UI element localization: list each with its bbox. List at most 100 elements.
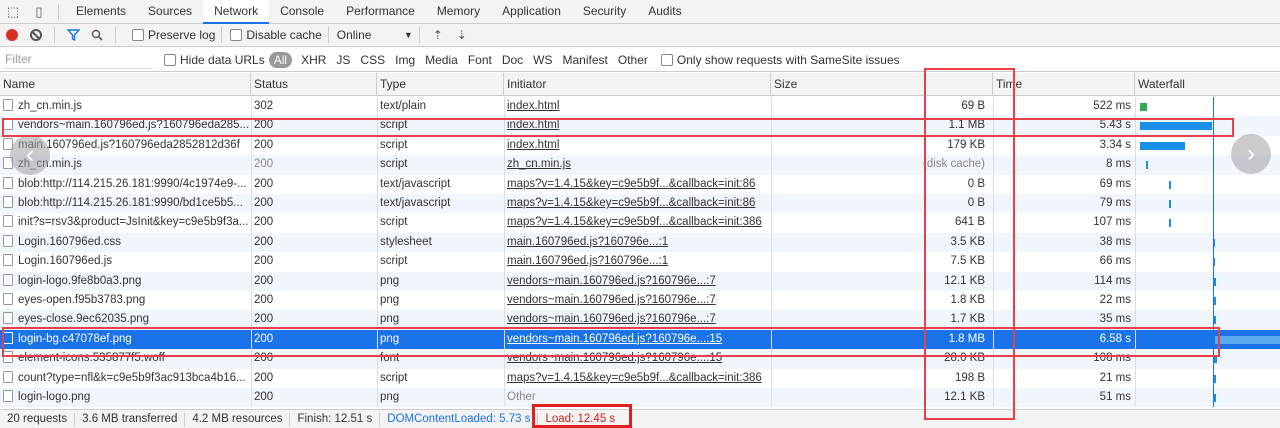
column-header-initiator[interactable]: Initiator [504, 73, 771, 96]
table-row[interactable]: main.160796ed.js?160796eda2852812d36f 200… [0, 136, 1280, 155]
next-image-button[interactable]: › [1231, 134, 1271, 174]
export-har-icon[interactable]: ⇣ [450, 28, 474, 42]
cell-initiator[interactable]: maps?v=1.4.15&key=c9e5b9f...&callback=in… [504, 175, 771, 194]
table-row[interactable]: Login.160796ed.js 200 script main.160796ed.… [0, 252, 1280, 271]
column-header-time[interactable]: Time [993, 73, 1135, 96]
type-filter-manifest[interactable]: Manifest [558, 53, 613, 67]
cell-initiator[interactable]: main.160796ed.js?160796e...:1 [504, 233, 771, 252]
type-filter-other[interactable]: Other [613, 53, 653, 67]
file-icon [3, 196, 13, 208]
chevron-right-icon: › [1247, 140, 1255, 167]
tab-audits[interactable]: Audits [637, 0, 692, 24]
cell-time: 3.34 s [1099, 138, 1131, 151]
search-button[interactable] [85, 24, 109, 46]
samesite-checkbox[interactable]: Only show requests with SameSite issues [660, 53, 900, 67]
disable-cache-box[interactable] [230, 29, 243, 41]
clear-button[interactable] [24, 24, 48, 46]
hide-data-urls-checkbox[interactable]: Hide data URLs [164, 53, 265, 67]
table-row[interactable]: eyes-close.9ec62035.png 200 png vendors~mai… [0, 310, 1280, 330]
tab-security[interactable]: Security [572, 0, 637, 24]
clear-icon [30, 29, 42, 41]
cell-initiator[interactable]: main.160796ed.js?160796e...:1 [504, 252, 771, 271]
throttling-value: Online [336, 28, 372, 42]
request-name: vendors~main.160796ed.js?160796eda285... [18, 119, 250, 132]
column-header-waterfall[interactable]: Waterfall [1135, 73, 1280, 96]
cell-initiator[interactable]: Other [504, 388, 771, 407]
cell-initiator[interactable]: vendors~main.160796ed.js?160796e...:7 [504, 291, 771, 310]
table-row[interactable]: zh_cn.min.js 200 script zh_cn.min.js (disk c… [0, 155, 1280, 175]
column-header-size[interactable]: Size [771, 73, 993, 96]
tab-network[interactable]: Network [203, 0, 270, 24]
filter-bar: Hide data URLs All XHR JS CSS Img Media … [0, 48, 1280, 72]
import-har-icon[interactable]: ⇡ [426, 28, 450, 42]
throttling-select[interactable]: Online ▼ [337, 28, 413, 42]
cell-type: png [380, 313, 400, 326]
network-toolbar: Preserve log Disable cache Online ▼ ⇡ ⇣ [0, 24, 1280, 47]
cell-status: 200 [254, 138, 274, 151]
table-row[interactable]: blob:http://114.215.26.181:9990/bd1ce5b5… [0, 194, 1280, 214]
waterfall-bar [1214, 394, 1216, 402]
table-row[interactable]: zh_cn.min.js 302 text/plain index.html 69 B 5… [0, 97, 1280, 116]
cell-initiator[interactable]: zh_cn.min.js [504, 155, 771, 174]
column-header-name[interactable]: Name [0, 73, 251, 96]
cell-initiator[interactable]: maps?v=1.4.15&key=c9e5b9f...&callback=in… [504, 194, 771, 213]
cell-initiator[interactable]: index.html [504, 116, 771, 135]
file-icon [3, 351, 13, 364]
cell-initiator[interactable]: maps?v=1.4.15&key=c9e5b9f...&callback=in… [504, 369, 771, 388]
table-row[interactable]: Login.160796ed.css 200 stylesheet main.1607… [0, 232, 1280, 253]
table-row[interactable]: element-icons.535877f5.woff 200 font vendor… [0, 349, 1280, 369]
filter-input[interactable] [2, 50, 152, 69]
type-filter-css[interactable]: CSS [355, 53, 390, 67]
type-filter-xhr[interactable]: XHR [296, 53, 331, 67]
table-row[interactable]: init?s=rsv3&product=JsInit&key=c9e5b9f3a… [0, 213, 1280, 232]
samesite-box[interactable] [660, 53, 673, 66]
table-row[interactable]: count?type=nfl&k=c9e5b9f3ac913bca4b16...… [0, 369, 1280, 388]
tab-memory[interactable]: Memory [426, 0, 491, 24]
tab-console[interactable]: Console [269, 0, 335, 24]
column-header-status[interactable]: Status [251, 73, 377, 96]
filter-toggle-button[interactable] [61, 24, 85, 46]
waterfall-bar [1215, 335, 1280, 344]
cell-initiator[interactable]: vendors~main.160796ed.js?160796e...:7 [504, 272, 771, 291]
type-filter-js[interactable]: JS [331, 53, 355, 67]
tab-performance[interactable]: Performance [335, 0, 426, 24]
cell-time: 22 ms [1099, 294, 1131, 306]
record-button[interactable] [0, 24, 24, 46]
type-filter-doc[interactable]: Doc [497, 53, 528, 67]
type-filter-ws[interactable]: WS [528, 53, 557, 67]
table-row[interactable]: login-logo.png 200 png Other 12.1 KB 51 ms [0, 388, 1280, 408]
previous-image-button[interactable]: ‹ [10, 135, 50, 175]
cell-name: zh_cn.min.js [0, 97, 251, 116]
table-row[interactable]: login-logo.9fe8b0a3.png 200 png vendors~mai… [0, 271, 1280, 291]
table-row[interactable]: vendors~main.160796ed.js?160796eda285...… [0, 116, 1280, 136]
table-row[interactable]: eyes-open.f95b3783.png 200 png vendors~main… [0, 291, 1280, 310]
tab-application[interactable]: Application [491, 0, 572, 24]
cell-size: 0 B [967, 177, 985, 190]
type-filter-media[interactable]: Media [420, 53, 463, 67]
table-row[interactable]: blob:http://114.215.26.181:9990/4c1974e9… [0, 175, 1280, 194]
tab-elements[interactable]: Elements [65, 0, 137, 24]
preserve-log-checkbox[interactable]: Preserve log [132, 28, 215, 42]
hide-data-urls-label: Hide data URLs [180, 52, 265, 67]
disable-cache-label: Disable cache [246, 28, 322, 42]
cell-initiator[interactable]: maps?v=1.4.15&key=c9e5b9f...&callback=in… [504, 213, 771, 232]
type-filter-img[interactable]: Img [390, 53, 420, 67]
inspect-element-icon[interactable]: ⬚ [0, 0, 26, 24]
cell-type: script [380, 255, 408, 268]
table-row[interactable]: login-bg.c47078ef.png 200 png vendors~main.… [0, 329, 1280, 350]
cell-initiator[interactable]: index.html [504, 97, 771, 116]
preserve-log-box[interactable] [132, 29, 144, 41]
cell-initiator[interactable]: vendors~main.160796ed.js?160796e...:15 [504, 349, 771, 368]
cell-size: 0 B [967, 197, 985, 209]
type-filter-font[interactable]: Font [463, 53, 497, 67]
disable-cache-checkbox[interactable]: Disable cache [230, 28, 322, 42]
type-filter-all[interactable]: All [268, 51, 293, 68]
cell-initiator[interactable]: index.html [504, 136, 771, 155]
tab-sources[interactable]: Sources [137, 0, 203, 24]
device-toolbar-icon[interactable]: ▯ [26, 0, 52, 24]
column-header-type[interactable]: Type [377, 73, 504, 96]
cell-initiator[interactable]: vendors~main.160796ed.js?160796e...:7 [504, 310, 771, 329]
cell-type: stylesheet [380, 235, 432, 248]
cell-initiator[interactable]: vendors~main.160796ed.js?160796e...:15 [504, 330, 771, 349]
hide-data-urls-box[interactable] [164, 53, 176, 66]
